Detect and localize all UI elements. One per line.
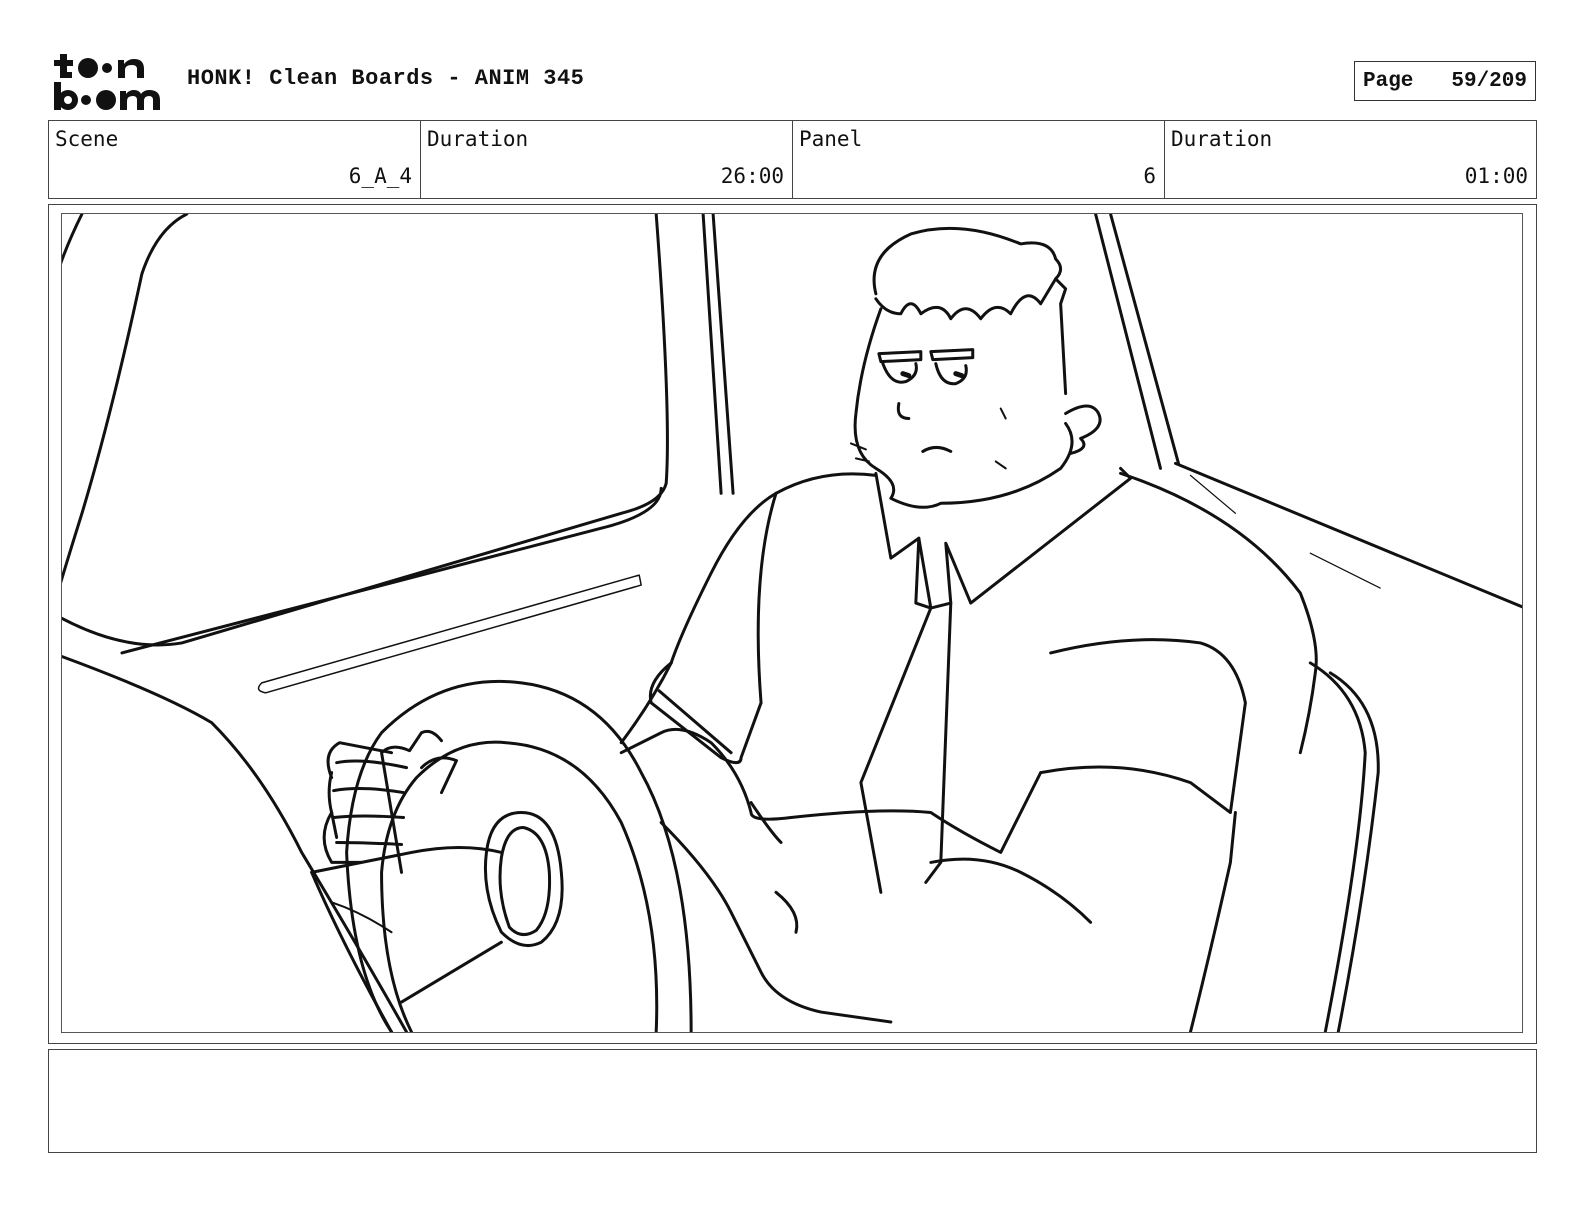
panel-duration-cell: Duration 01:00 (1165, 121, 1536, 198)
scene-duration-value: 26:00 (720, 164, 784, 188)
page-label: Page (1363, 69, 1414, 93)
panel-value: 6 (1143, 164, 1156, 188)
scene-value: 6_A_4 (348, 164, 412, 188)
panel-drawing-area (61, 213, 1523, 1033)
document-title: HONK! Clean Boards - ANIM 345 (187, 66, 585, 91)
scene-info-bar: Scene 6_A_4 Duration 26:00 Panel 6 Durat… (48, 120, 1537, 199)
panel-duration-value: 01:00 (1464, 164, 1528, 188)
panel-notes-box (48, 1049, 1537, 1153)
storyboard-panel (48, 204, 1537, 1044)
page-number: 59/209 (1451, 69, 1527, 93)
scene-duration-cell: Duration 26:00 (421, 121, 793, 198)
panel-label: Panel (799, 127, 863, 151)
toonboom-logo (52, 50, 164, 112)
panel-cell: Panel 6 (793, 121, 1165, 198)
panel-duration-label: Duration (1171, 127, 1273, 151)
scene-duration-label: Duration (427, 127, 529, 151)
storyboard-drawing (62, 214, 1522, 1032)
scene-cell: Scene 6_A_4 (49, 121, 421, 198)
page-indicator: Page 59/209 (1354, 61, 1536, 101)
scene-label: Scene (55, 127, 119, 151)
